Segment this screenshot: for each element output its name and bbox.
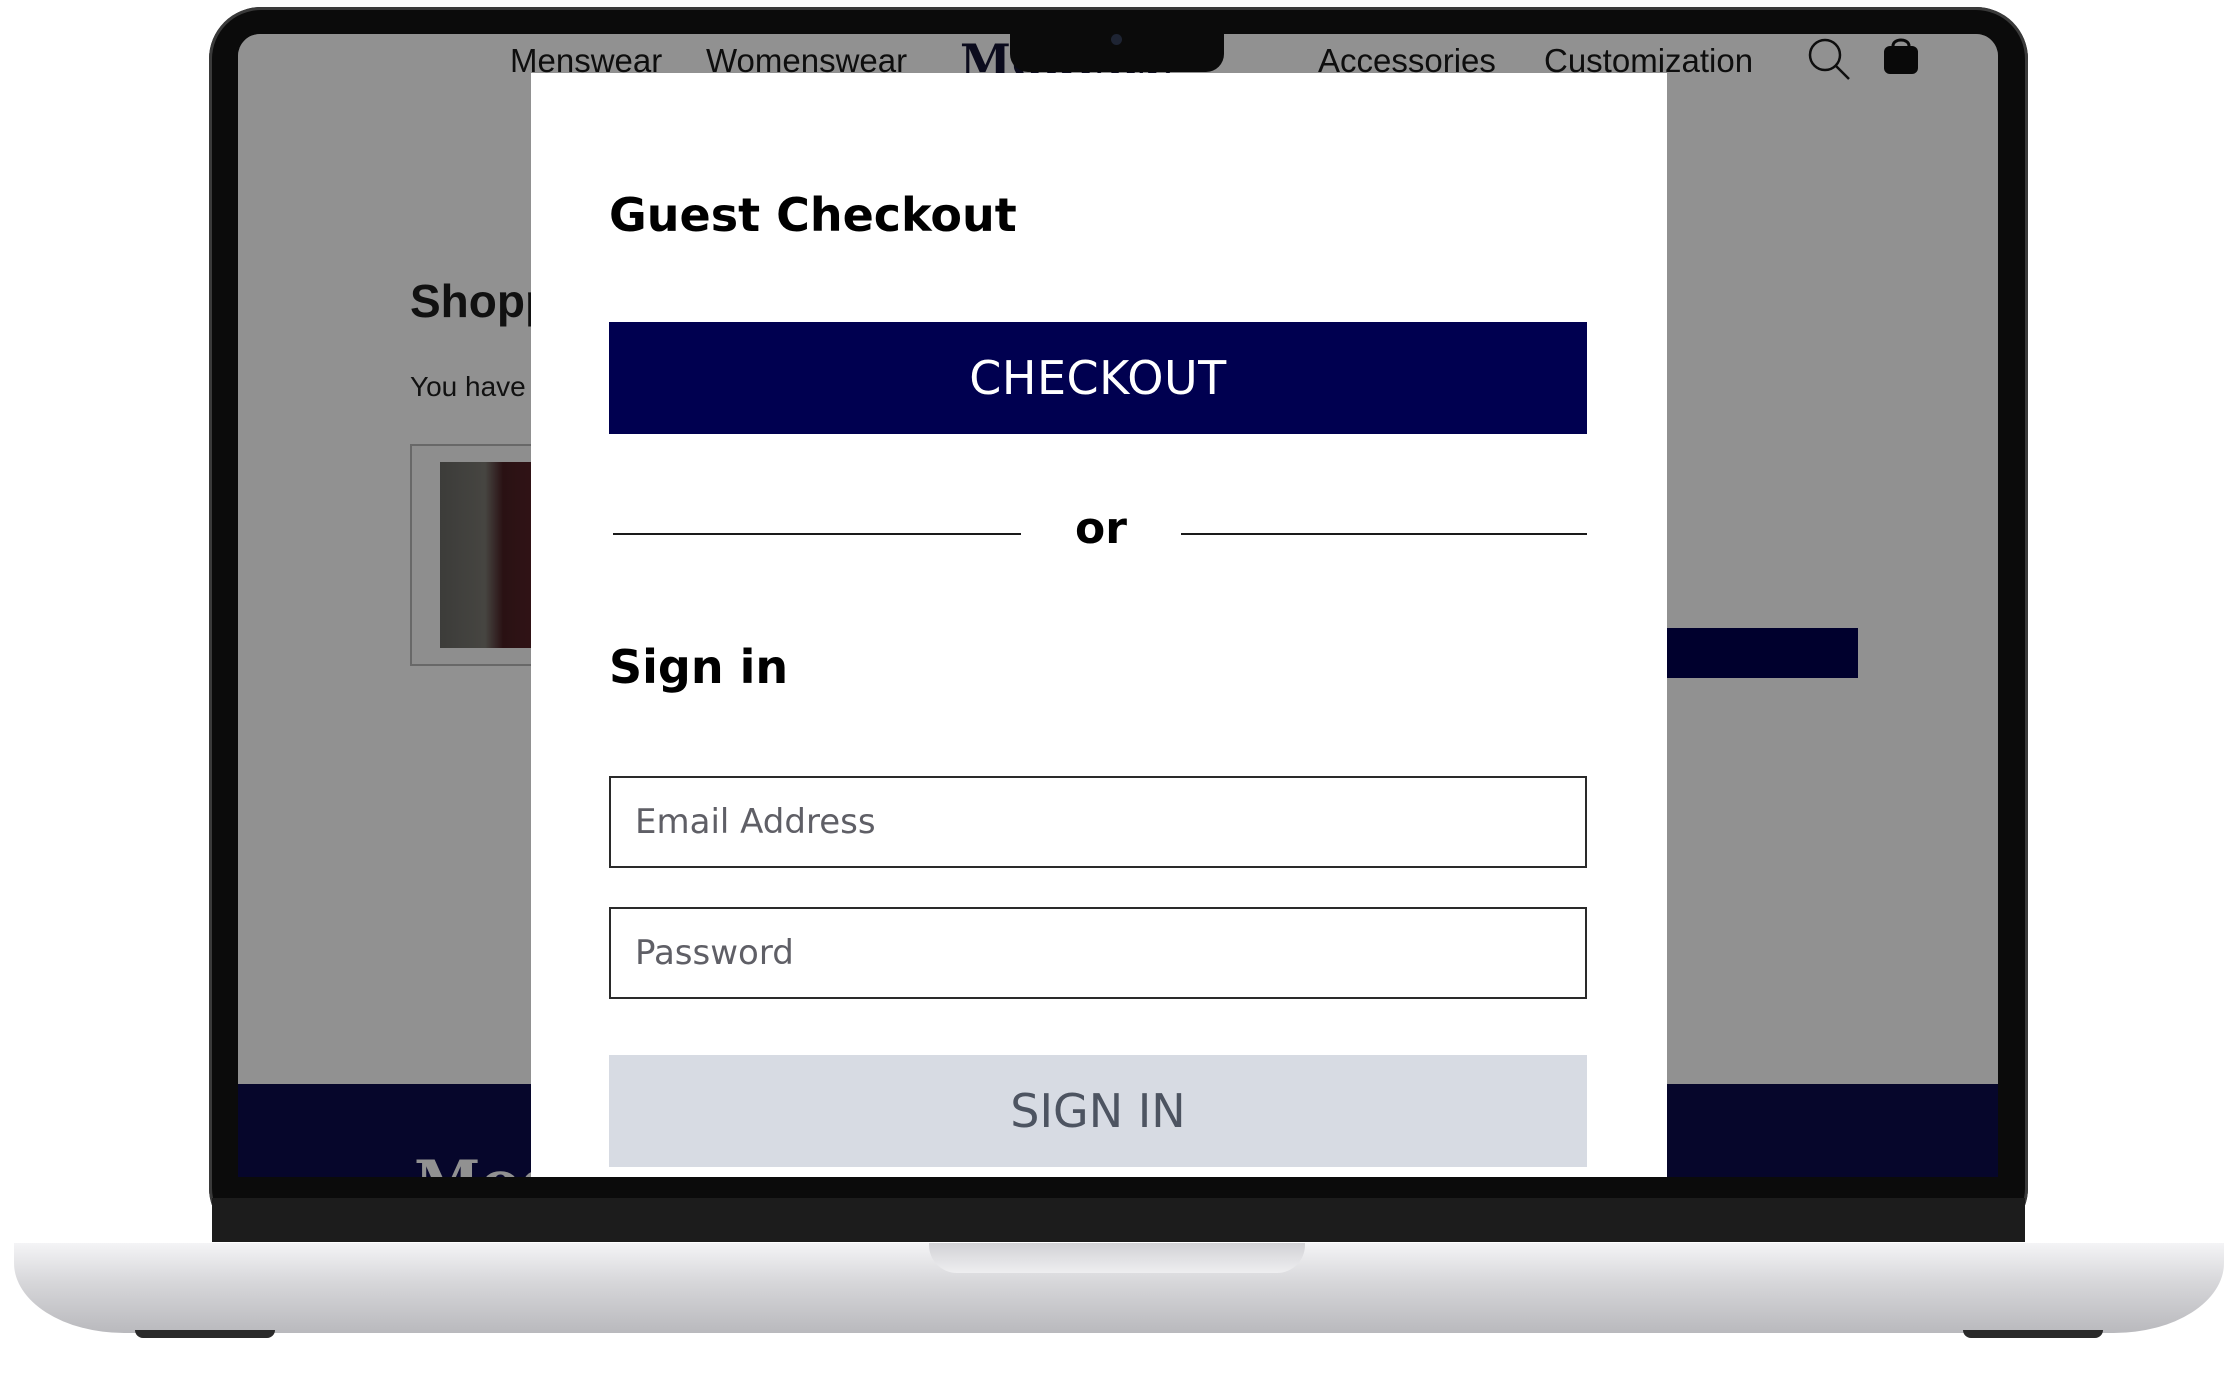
divider-or-text: or xyxy=(1075,503,1127,554)
checkout-modal: Guest Checkout CHECKOUT or Sign in SIGN … xyxy=(531,73,1667,1177)
sign-in-heading: Sign in xyxy=(609,640,789,694)
email-field[interactable] xyxy=(609,776,1587,868)
divider-line-left xyxy=(613,533,1021,535)
checkout-button[interactable]: CHECKOUT xyxy=(609,322,1587,434)
sign-in-button[interactable]: SIGN IN xyxy=(609,1055,1587,1167)
camera-icon xyxy=(1111,34,1122,45)
camera-notch xyxy=(1010,30,1224,72)
laptop-foot-left xyxy=(135,1330,275,1338)
laptop-hinge xyxy=(212,1198,2025,1242)
divider-line-right xyxy=(1181,533,1587,535)
guest-checkout-heading: Guest Checkout xyxy=(609,188,1017,242)
password-field[interactable] xyxy=(609,907,1587,999)
laptop-trackpad-notch xyxy=(929,1243,1305,1273)
laptop-screen: Menswear Womenswear Modiste Accessories … xyxy=(238,34,1998,1177)
laptop-foot-right xyxy=(1963,1330,2103,1338)
